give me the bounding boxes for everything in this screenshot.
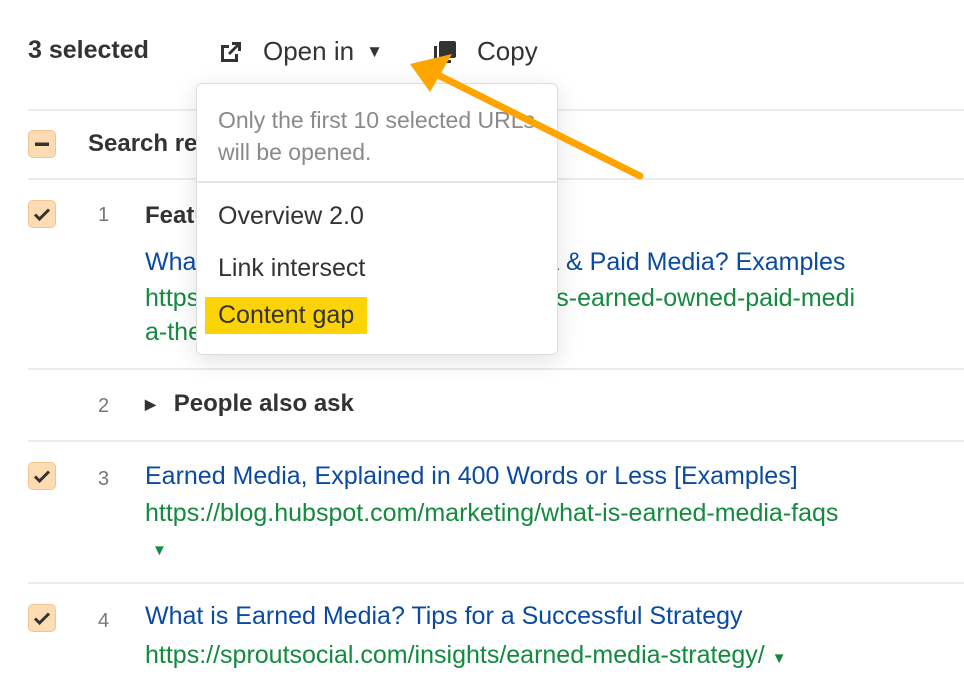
table-row: 2 ▶ People also ask — [0, 370, 964, 440]
dropdown-divider — [197, 181, 557, 183]
row-checkbox[interactable] — [28, 462, 56, 490]
result-title-link[interactable]: What is Earned Media? Tips for a Success… — [145, 602, 743, 631]
row-number: 4 — [98, 610, 110, 632]
copy-label: Copy — [477, 36, 538, 66]
people-also-ask-label: People also ask — [173, 390, 354, 417]
row-number: 1 — [98, 204, 110, 226]
caret-right-icon: ▶ — [145, 395, 156, 412]
menu-item-link-intersect[interactable]: Link intersect — [205, 250, 378, 287]
minus-icon — [35, 142, 49, 146]
copy-button[interactable]: Copy — [432, 36, 538, 67]
result-url[interactable]: https://blog.hubspot.com/marketing/what-… — [145, 496, 838, 530]
row-number: 2 — [98, 395, 110, 417]
row-checkbox[interactable] — [28, 604, 56, 632]
people-also-ask-toggle[interactable]: ▶ People also ask — [145, 390, 354, 418]
check-icon — [33, 470, 51, 484]
row-number: 3 — [98, 468, 110, 490]
menu-item-overview[interactable]: Overview 2.0 — [205, 198, 377, 235]
dropdown-note: Only the first 10 selected URLs will be … — [218, 107, 536, 165]
caret-down-icon: ▼ — [366, 41, 383, 61]
result-title-link[interactable]: Earned Media, Explained in 400 Words or … — [145, 462, 798, 491]
open-in-label: Open in — [263, 36, 355, 66]
menu-item-content-gap[interactable]: Content gap — [205, 297, 368, 334]
copy-icon — [432, 39, 458, 65]
result-url-text[interactable]: https://sproutsocial.com/insights/earned… — [145, 641, 765, 669]
table-row: 3 Earned Media, Explained in 400 Words o… — [0, 442, 964, 582]
result-url[interactable]: https://sproutsocial.com/insights/earned… — [145, 638, 787, 676]
open-in-button[interactable]: Open in ▼ — [218, 36, 383, 67]
open-in-dropdown: Only the first 10 selected URLs will be … — [196, 83, 558, 355]
url-options-caret-icon[interactable]: ▼ — [152, 542, 167, 559]
check-icon — [33, 612, 51, 626]
result-url-continued[interactable]: a-the — [145, 315, 202, 349]
selected-count: 3 selected — [28, 36, 149, 64]
row-checkbox[interactable] — [28, 200, 56, 228]
table-row: 4 What is Earned Media? Tips for a Succe… — [0, 584, 964, 688]
external-link-icon — [218, 39, 244, 65]
select-all-checkbox[interactable] — [28, 130, 56, 158]
url-options-caret-icon[interactable]: ▼ — [772, 650, 787, 667]
check-icon — [33, 208, 51, 222]
